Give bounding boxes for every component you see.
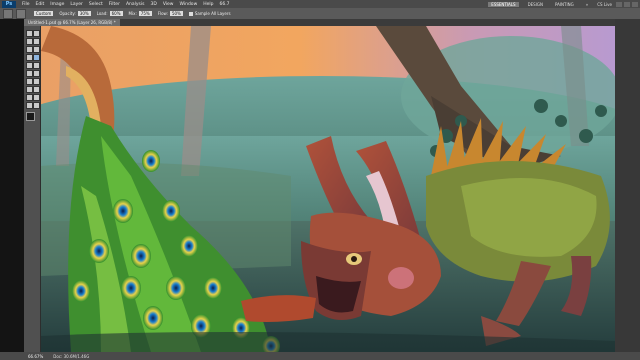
brush-tool-icon[interactable] xyxy=(33,54,40,61)
shape-tool-icon[interactable] xyxy=(33,94,40,101)
move-tool-icon[interactable] xyxy=(26,30,33,37)
mix-control: Mix: 75% xyxy=(129,11,152,16)
menu-select[interactable]: Select xyxy=(89,2,103,7)
load-control: Load: 60% xyxy=(97,11,123,16)
opacity-field[interactable]: 30% xyxy=(77,11,91,16)
mode-control[interactable]: Custom xyxy=(32,11,54,16)
photoshop-logo: Ps xyxy=(2,0,16,8)
eyedropper-tool-icon[interactable] xyxy=(33,46,40,53)
status-bar: 66.67% Doc: 30.6M/1.46G xyxy=(0,352,640,360)
load-field[interactable]: 60% xyxy=(109,11,123,16)
document-tab[interactable]: Untitled-1.psd @ 66.7% (Layer 26, RGB/8)… xyxy=(24,19,120,26)
wet-control: Opacity: 30% xyxy=(59,11,91,16)
sample-all-layers[interactable]: Sample All Layers xyxy=(188,11,231,16)
foreground-color-swatch[interactable] xyxy=(26,112,35,121)
path-select-tool-icon[interactable] xyxy=(26,94,33,101)
menu-help[interactable]: Help xyxy=(203,2,213,7)
menu-window[interactable]: Window xyxy=(180,2,198,7)
mode-select[interactable]: Custom xyxy=(34,11,54,16)
flow-label: Flow: xyxy=(157,11,168,16)
zoom-level-dropdown[interactable]: 66.7 xyxy=(220,2,230,7)
hand-tool-icon[interactable] xyxy=(26,102,33,109)
tools-panel xyxy=(24,26,41,352)
document-canvas[interactable] xyxy=(41,26,615,352)
clone-stamp-tool-icon[interactable] xyxy=(26,62,33,69)
menu-file[interactable]: File xyxy=(22,2,30,7)
status-doc-size: Doc: 30.6M/1.46G xyxy=(53,353,90,359)
lasso-tool-icon[interactable] xyxy=(26,38,33,45)
mix-label: Mix: xyxy=(128,11,137,16)
quick-select-tool-icon[interactable] xyxy=(33,38,40,45)
flow-field[interactable]: 50% xyxy=(169,11,183,16)
opacity-label: Opacity: xyxy=(59,11,76,16)
dodge-tool-icon[interactable] xyxy=(33,78,40,85)
workspace-design[interactable]: DESIGN xyxy=(525,2,546,7)
menu-image[interactable]: Image xyxy=(50,2,64,7)
type-tool-icon[interactable] xyxy=(33,86,40,93)
mix-field[interactable]: 75% xyxy=(138,11,152,16)
menu-analysis[interactable]: Analysis xyxy=(126,2,145,7)
flow-control: Flow: 50% xyxy=(158,11,183,16)
menu-filter[interactable]: Filter xyxy=(109,2,120,7)
status-zoom[interactable]: 66.67% xyxy=(28,354,43,359)
document-tab-bar: Untitled-1.psd @ 66.7% (Layer 26, RGB/8)… xyxy=(24,19,640,26)
eraser-tool-icon[interactable] xyxy=(26,70,33,77)
maximize-icon[interactable] xyxy=(624,1,630,7)
blur-tool-icon[interactable] xyxy=(26,78,33,85)
cs-live-button[interactable]: CS Live xyxy=(597,2,612,7)
brush-preset-icon[interactable] xyxy=(16,8,26,19)
crop-tool-icon[interactable] xyxy=(26,46,33,53)
workspace-essentials[interactable]: ESSENTIALS xyxy=(488,1,519,7)
minimize-icon[interactable] xyxy=(616,1,622,7)
healing-brush-tool-icon[interactable] xyxy=(26,54,33,61)
marquee-tool-icon[interactable] xyxy=(33,30,40,37)
menu-view[interactable]: View xyxy=(163,2,174,7)
close-icon[interactable] xyxy=(632,1,638,7)
gradient-tool-icon[interactable] xyxy=(33,70,40,77)
right-panel-strip xyxy=(615,19,640,352)
workspace-painting[interactable]: PAINTING xyxy=(552,2,577,7)
workspace-more[interactable]: » xyxy=(583,2,591,7)
mixer-brush-tool-icon[interactable] xyxy=(3,8,13,19)
sample-all-layers-label: Sample All Layers xyxy=(194,11,231,16)
menu-edit[interactable]: Edit xyxy=(36,2,45,7)
history-brush-tool-icon[interactable] xyxy=(33,62,40,69)
pen-tool-icon[interactable] xyxy=(26,86,33,93)
menu-layer[interactable]: Layer xyxy=(70,2,83,7)
sample-all-layers-checkbox[interactable] xyxy=(188,11,193,16)
zoom-tool-icon[interactable] xyxy=(33,102,40,109)
painting-artwork xyxy=(41,26,615,352)
menu-3d[interactable]: 3D xyxy=(150,2,156,7)
left-dark-area xyxy=(0,19,24,352)
menu-bar: Ps File Edit Image Layer Select Filter A… xyxy=(0,0,640,8)
load-label: Load: xyxy=(96,11,108,16)
